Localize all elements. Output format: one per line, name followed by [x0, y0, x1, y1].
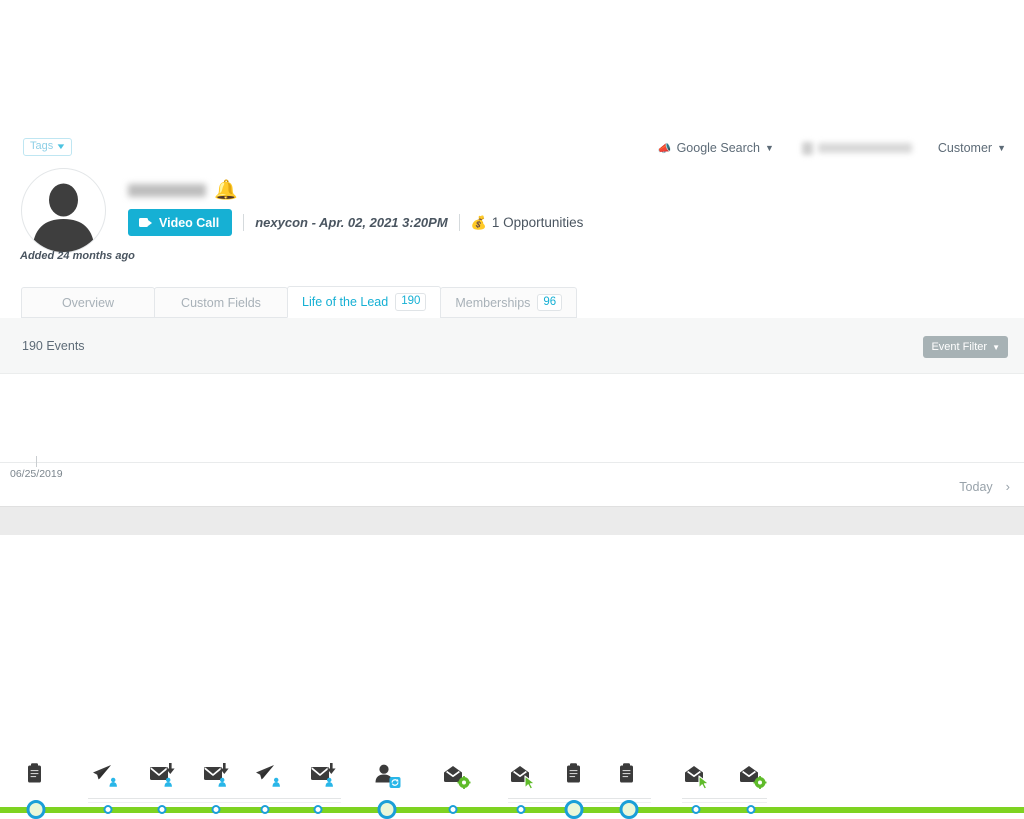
tab-badge: 96	[537, 293, 563, 312]
events-count-label: 190 Events	[22, 339, 85, 353]
chevron-down-icon: ▼	[992, 342, 1000, 352]
tab-memberships[interactable]: Memberships 96	[440, 287, 578, 318]
tab-badge: 190	[395, 293, 427, 311]
event-email-sent[interactable]	[253, 765, 287, 794]
opportunities-link[interactable]: 💰 1 Opportunities	[471, 215, 584, 231]
timeline-dot[interactable]	[313, 805, 323, 814]
timeline-dot[interactable]	[103, 805, 113, 814]
timeline-dot[interactable]	[746, 805, 756, 814]
event-email-sent[interactable]	[90, 765, 124, 794]
video-call-label: Video Call	[159, 215, 220, 230]
timeline-group-line	[682, 798, 767, 803]
divider	[458, 214, 460, 231]
event-note[interactable]	[19, 763, 53, 794]
event-email-clicked[interactable]	[506, 766, 540, 794]
profile-action-row: Video Call nexycon - Apr. 02, 2021 3:20P…	[128, 209, 583, 236]
person-sync-icon	[372, 763, 402, 794]
google-search-dropdown[interactable]: 📣 Google Search ▼	[658, 141, 774, 155]
tab-label: Overview	[61, 295, 115, 310]
event-automation-email[interactable]	[735, 766, 769, 794]
event-email-received[interactable]	[145, 763, 179, 794]
timeline-rail	[0, 807, 1024, 813]
appointment-text: nexycon - Apr. 02, 2021 3:20PM	[255, 215, 448, 230]
chevron-down-icon: ▼	[764, 143, 774, 153]
timeline-start-date: 06/25/2019	[10, 468, 63, 480]
added-date-text: Added 24 months ago	[20, 250, 135, 262]
tags-button[interactable]: Tags ▼	[23, 138, 73, 156]
paper-plane-contact-icon	[92, 763, 122, 794]
redacted-avatar	[801, 141, 813, 155]
today-button[interactable]: Today ›	[959, 479, 1010, 494]
timeline-dot[interactable]	[26, 800, 46, 819]
today-label: Today	[959, 479, 993, 494]
chevron-down-icon: ▼	[55, 141, 67, 151]
event-note[interactable]	[611, 763, 645, 794]
timeline-axis	[0, 462, 1024, 463]
megaphone-icon: 📣	[657, 142, 672, 155]
timeline-dot[interactable]	[211, 805, 221, 814]
event-note[interactable]	[558, 763, 592, 794]
event-automation-email[interactable]	[439, 766, 473, 794]
envelope-download-contact-icon	[147, 763, 177, 794]
tab-label: Memberships	[455, 295, 531, 310]
tags-label: Tags	[30, 140, 54, 152]
axis-start-tick	[36, 456, 37, 467]
lead-name-row: 🔔	[128, 178, 238, 202]
opportunity-icon: 💰	[470, 214, 487, 230]
event-filter-label: Event Filter	[931, 341, 988, 353]
tab-custom-fields[interactable]: Custom Fields	[154, 287, 288, 318]
timeline-dot[interactable]	[157, 805, 167, 814]
timeline-dot[interactable]	[619, 800, 639, 819]
envelope-gear-icon	[441, 763, 471, 794]
tab-label: Custom Fields	[181, 295, 261, 310]
timeline[interactable]	[0, 374, 1024, 819]
customer-label: Customer	[937, 141, 993, 155]
clipboard-icon	[560, 763, 590, 794]
lead-detail-page: Tags ▼ 📣 Google Search ▼ Customer ▼ Adde…	[0, 0, 1024, 819]
tab-life-of-the-lead[interactable]: Life of the Lead 190	[287, 286, 442, 318]
redacted-owner-field	[801, 141, 912, 155]
paper-plane-contact-icon	[255, 763, 285, 794]
event-contact-updated[interactable]	[370, 764, 404, 794]
envelope-download-contact-icon	[201, 763, 231, 794]
event-email-received[interactable]	[306, 763, 340, 794]
clipboard-icon	[21, 763, 51, 794]
timeline-dot[interactable]	[448, 805, 458, 814]
timeline-group-line	[88, 798, 341, 803]
divider	[243, 214, 245, 231]
envelope-cursor-icon	[682, 763, 712, 794]
tab-bar: Overview Custom Fields Life of the Lead …	[21, 286, 578, 318]
timeline-dot[interactable]	[260, 805, 270, 814]
video-camera-icon	[139, 218, 152, 227]
avatar[interactable]	[21, 168, 106, 253]
opportunities-label: 1 Opportunities	[491, 215, 584, 230]
tab-label: Life of the Lead	[302, 295, 389, 309]
event-email-received[interactable]	[199, 763, 233, 794]
top-right-controls: 📣 Google Search ▼ Customer ▼	[658, 138, 1006, 158]
envelope-gear-icon	[737, 763, 767, 794]
customer-dropdown[interactable]: Customer ▼	[938, 141, 1006, 155]
event-filter-button[interactable]: Event Filter ▼	[923, 336, 1008, 358]
footer-band	[0, 506, 1024, 535]
video-call-button[interactable]: Video Call	[128, 209, 233, 236]
google-search-label: Google Search	[676, 141, 760, 155]
event-email-clicked[interactable]	[680, 766, 714, 794]
timeline-dot[interactable]	[691, 805, 701, 814]
tab-overview[interactable]: Overview	[21, 287, 155, 318]
timeline-dot[interactable]	[564, 800, 584, 819]
chevron-down-icon: ▼	[997, 143, 1006, 153]
redacted-text	[817, 143, 912, 153]
envelope-cursor-icon	[508, 763, 538, 794]
envelope-download-contact-icon	[308, 763, 338, 794]
redacted-lead-name	[128, 183, 206, 197]
clipboard-icon	[613, 763, 643, 794]
timeline-dot[interactable]	[377, 800, 397, 819]
events-toolbar	[0, 318, 1024, 374]
timeline-dot[interactable]	[516, 805, 526, 814]
chevron-right-icon: ›	[1005, 479, 1010, 494]
bell-icon[interactable]: 🔔	[214, 181, 238, 200]
